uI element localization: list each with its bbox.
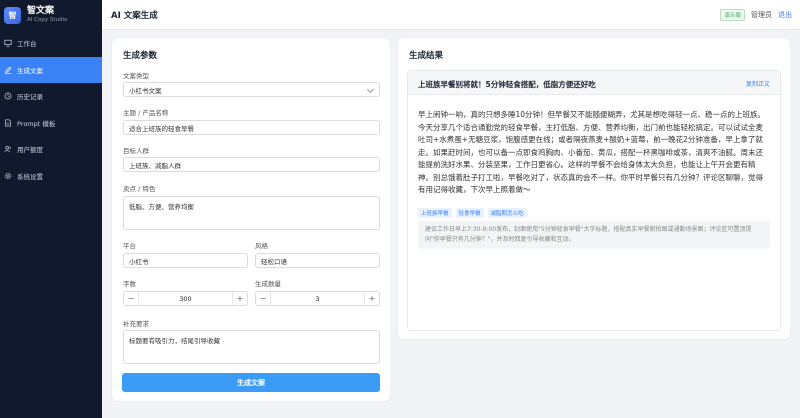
sidebar-item-user-quota[interactable]: 用户额度: [0, 136, 102, 163]
pen-icon: [4, 66, 12, 74]
document-icon: [5, 119, 11, 127]
result-card: 上班族早餐别将就！5分钟轻食搭配，低脂方便还好吃 复制正文 早上闹钟一响，真的只…: [407, 70, 781, 331]
decrement-button[interactable]: −: [256, 294, 270, 303]
panel-title: 生成参数: [123, 51, 158, 61]
copy-type-label: 文案类型: [123, 72, 149, 80]
sidebar-item-workbench[interactable]: 工作台: [0, 30, 102, 57]
topic-input[interactable]: 适合上班族的轻食早餐: [123, 120, 380, 135]
users-icon: [4, 146, 11, 153]
style-input[interactable]: 轻松口语: [255, 253, 380, 268]
word-count-value[interactable]: 300: [138, 292, 233, 305]
count-value[interactable]: 3: [270, 292, 365, 305]
tag: 轻食早餐: [455, 208, 484, 218]
app-logo: 智: [4, 6, 21, 24]
count-stepper: − 3 +: [255, 291, 380, 306]
word-count-stepper: − 300 +: [123, 291, 248, 306]
brand: 智 智文案 AI Copy Studio: [0, 0, 102, 30]
result-card-header: 上班族早餐别将就！5分钟轻食搭配，低脂方便还好吃 复制正文: [408, 71, 780, 95]
sidebar-item-prompt-template[interactable]: Prompt 模板: [0, 110, 102, 137]
brand-name: 智文案: [27, 6, 55, 16]
gear-icon: [4, 172, 12, 179]
increment-button[interactable]: +: [365, 294, 379, 303]
tag: 减脂期怎么吃: [487, 208, 527, 218]
monitor-icon: [4, 40, 12, 47]
increment-button[interactable]: +: [233, 294, 247, 303]
sidebar-item-label: 工作台: [17, 40, 37, 49]
word-count-label: 字数: [123, 280, 136, 288]
audience-input[interactable]: 上班族、减脂人群: [123, 157, 380, 172]
sidebar-item-settings[interactable]: 系统设置: [0, 163, 102, 190]
sidebar-item-label: 生成文案: [17, 66, 43, 75]
generate-button[interactable]: 生成文案: [122, 373, 380, 392]
logout-link[interactable]: 退出: [778, 10, 792, 20]
sidebar-item-generate[interactable]: 生成文案: [0, 56, 102, 83]
sidebar-item-history[interactable]: 历史记录: [0, 83, 102, 110]
selling-points-textarea[interactable]: 低脂、方便、营养均衡: [123, 196, 380, 230]
publish-hint: 建议工作日早上7:30-9:00发布，封面使用"5分钟轻食早餐"大字标题，搭配真…: [418, 221, 770, 249]
selling-points-label: 卖点 / 特色: [123, 185, 156, 193]
generation-params-panel: 生成参数 文案类型 小红书文案 主题 / 产品名称 适合上班族的轻食早餐 目标人…: [112, 38, 390, 401]
panel-title: 生成结果: [409, 51, 444, 61]
sidebar-item-label: 系统设置: [17, 172, 43, 181]
extra-requirements-label: 补充要求: [123, 320, 149, 328]
tag-list: 上班族早餐 轻食早餐 减脂期怎么吃: [418, 208, 527, 218]
copy-body-button[interactable]: 复制正文: [746, 79, 770, 88]
style-label: 风格: [255, 242, 268, 250]
sidebar-item-label: Prompt 模板: [17, 119, 56, 128]
result-body: 早上闹钟一响，真的只想多睡10分钟！但早餐又不能随便糊弄，尤其是想吃得轻一点、稳…: [418, 110, 766, 194]
sidebar-nav: 工作台 生成文案 历史记录 Prompt 模板 用户额度 系统设置: [0, 30, 102, 189]
copy-type-select[interactable]: 小红书文案: [123, 82, 380, 97]
count-label: 生成数量: [255, 280, 281, 288]
platform-label: 平台: [123, 242, 136, 250]
platform-input[interactable]: 小红书: [123, 253, 248, 268]
audience-label: 目标人群: [123, 147, 149, 155]
brand-subtitle: AI Copy Studio: [27, 17, 68, 23]
page-title: AI 文案生成: [111, 10, 158, 21]
tag: 上班族早餐: [418, 208, 452, 218]
result-title: 上班族早餐别将就！5分钟轻食搭配，低脂方便还好吃: [418, 80, 596, 89]
extra-requirements-textarea[interactable]: 标题要有吸引力，结尾引导收藏: [123, 330, 380, 364]
sidebar-item-label: 历史记录: [17, 93, 43, 102]
demo-badge: 演示版: [720, 9, 745, 21]
decrement-button[interactable]: −: [124, 294, 138, 303]
sidebar: 智 智文案 AI Copy Studio 工作台 生成文案 历史记录 Promp…: [0, 0, 102, 418]
top-header: AI 文案生成 演示版 管理员 退出: [102, 0, 800, 30]
admin-label: 管理员: [751, 11, 772, 19]
history-icon: [4, 92, 12, 100]
sidebar-item-label: 用户额度: [17, 146, 43, 155]
topic-label: 主题 / 产品名称: [123, 109, 169, 117]
generation-result-panel: 生成结果 上班族早餐别将就！5分钟轻食搭配，低脂方便还好吃 复制正文 早上闹钟一…: [398, 38, 790, 339]
